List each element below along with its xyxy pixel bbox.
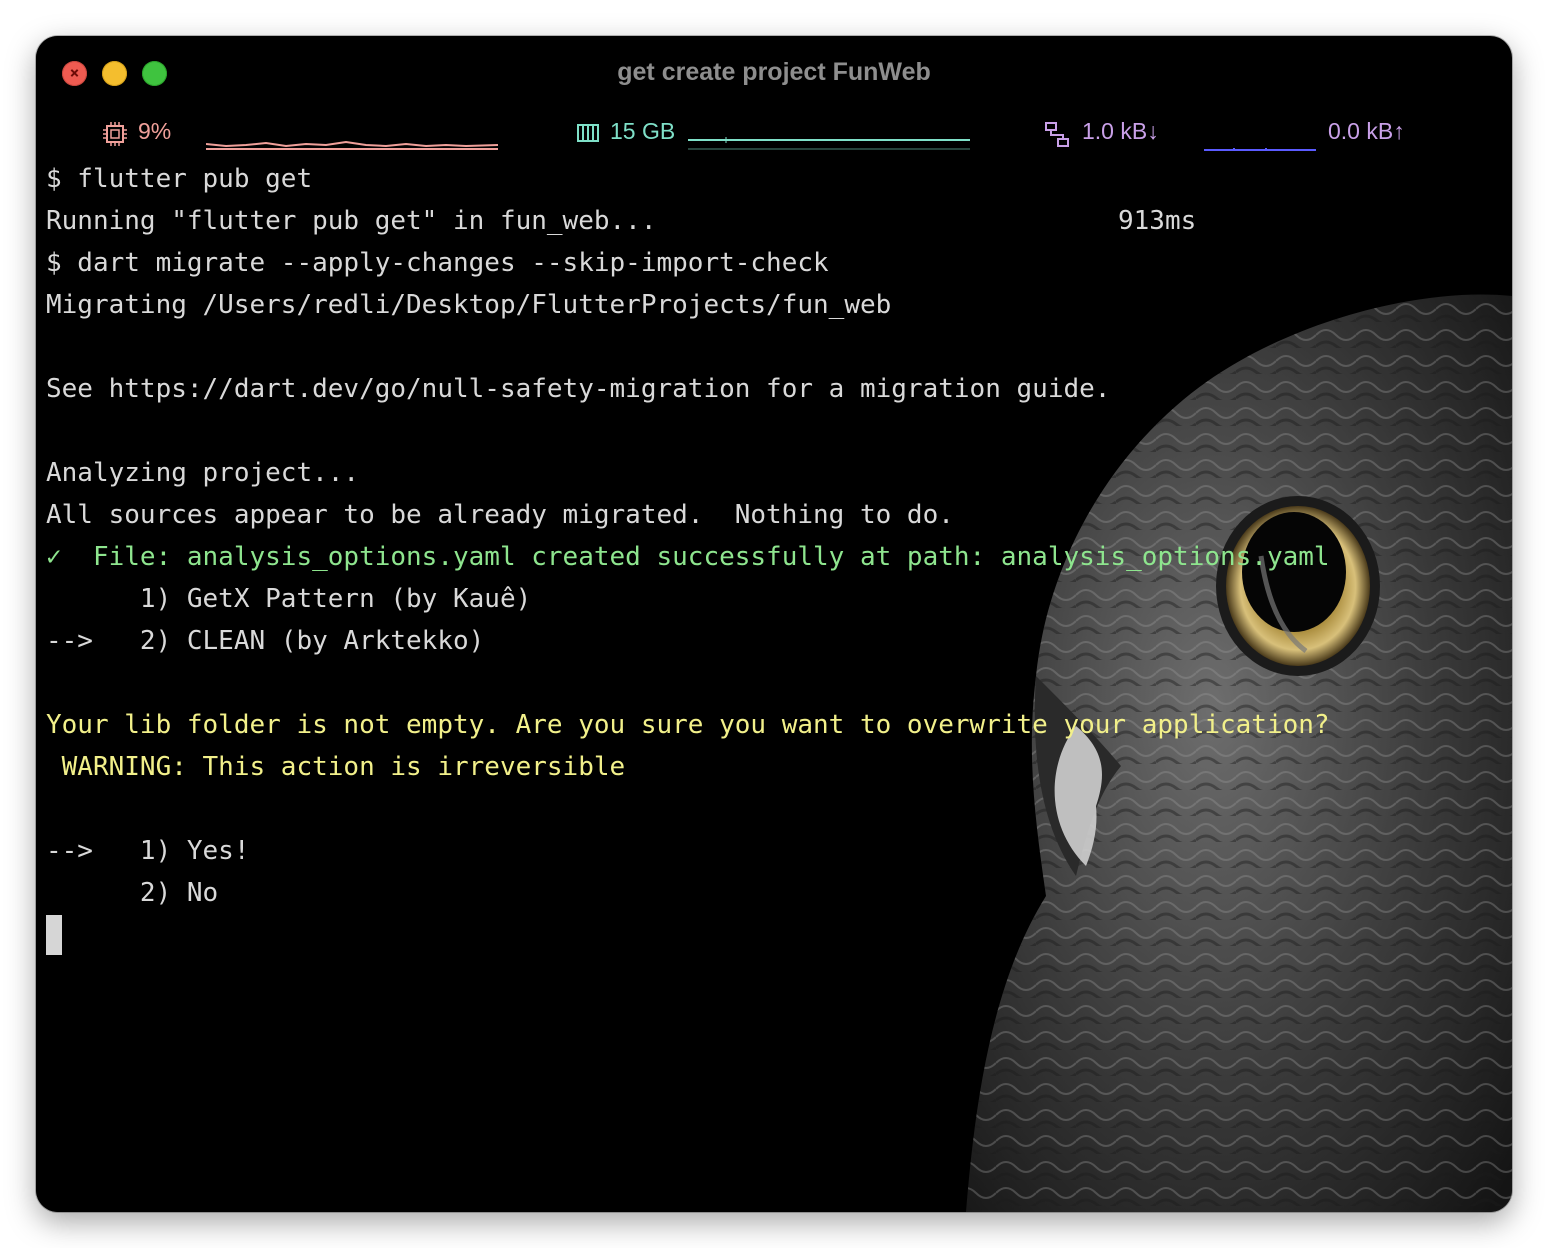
terminal-line: Migrating /Users/redli/Desktop/FlutterPr… xyxy=(46,284,1506,326)
terminal-line: Your lib folder is not empty. Are you su… xyxy=(46,704,1506,746)
terminal-line: ✓ File: analysis_options.yaml created su… xyxy=(46,536,1506,578)
prompt-line[interactable] xyxy=(46,914,1506,956)
terminal-line: $ dart migrate --apply-changes --skip-im… xyxy=(46,242,1506,284)
network-upload: 0.0 kB↑ xyxy=(1328,118,1405,144)
terminal-line: WARNING: This action is irreversible xyxy=(46,746,1506,788)
terminal-line: 2) No xyxy=(46,872,1506,914)
terminal-line: Analyzing project... xyxy=(46,452,1506,494)
terminal-window: get create project FunWeb 9% 15 GB 1.0 k… xyxy=(36,36,1512,1212)
memory-usage: 15 GB xyxy=(610,118,676,144)
terminal-line-text: $ flutter pub get xyxy=(46,164,313,194)
terminal-line-text: Analyzing project... xyxy=(46,458,360,488)
terminal-line-text: ✓ File: analysis_options.yaml created su… xyxy=(46,542,1330,572)
terminal-line: 1) GetX Pattern (by Kauê) xyxy=(46,578,1506,620)
terminal-line: --> 1) Yes! xyxy=(46,830,1506,872)
title-bar: get create project FunWeb xyxy=(36,36,1512,112)
terminal-line: $ flutter pub get xyxy=(46,158,1506,200)
memory-icon xyxy=(577,124,599,142)
terminal-line-text: --> 1) Yes! xyxy=(46,836,250,866)
memory-sparkline xyxy=(688,137,970,150)
terminal-line-text: 1) GetX Pattern (by Kauê) xyxy=(46,584,532,614)
terminal-line-text: Migrating /Users/redli/Desktop/FlutterPr… xyxy=(46,290,892,320)
terminal-line-text: See https://dart.dev/go/null-safety-migr… xyxy=(46,374,1111,404)
terminal-line: See https://dart.dev/go/null-safety-migr… xyxy=(46,368,1506,410)
network-sparkline xyxy=(1204,148,1316,151)
terminal-line: Running "flutter pub get" in fun_web... 9… xyxy=(46,200,1506,242)
terminal-line-text: Your lib folder is not empty. Are you su… xyxy=(46,710,1330,740)
status-bar: 9% 15 GB 1.0 kB↓ 0.0 kB↑ xyxy=(36,116,1512,152)
terminal-output[interactable]: $ flutter pub get Running "flutter pub ge… xyxy=(46,158,1506,956)
network-download: 1.0 kB↓ xyxy=(1082,118,1159,144)
cpu-icon xyxy=(103,122,127,146)
terminal-line-text: WARNING: This action is irreversible xyxy=(46,752,626,782)
terminal-line: All sources appear to be already migrate… xyxy=(46,494,1506,536)
terminal-line-text: Running "flutter pub get" in fun_web... xyxy=(46,206,657,236)
window-title: get create project FunWeb xyxy=(617,58,931,86)
command-duration: 913ms xyxy=(1118,206,1197,236)
network-icon xyxy=(1045,122,1069,147)
cpu-sparkline xyxy=(206,140,498,150)
terminal-line-text: All sources appear to be already migrate… xyxy=(46,500,954,530)
terminal-line-text: 2) No xyxy=(46,878,219,908)
terminal-line-text: --> 2) CLEAN (by Arktekko) xyxy=(46,626,485,656)
terminal-line-text: $ dart migrate --apply-changes --skip-im… xyxy=(46,248,829,278)
text-cursor xyxy=(46,915,62,955)
terminal-line: --> 2) CLEAN (by Arktekko) xyxy=(46,620,1506,662)
cpu-usage: 9% xyxy=(138,118,172,144)
